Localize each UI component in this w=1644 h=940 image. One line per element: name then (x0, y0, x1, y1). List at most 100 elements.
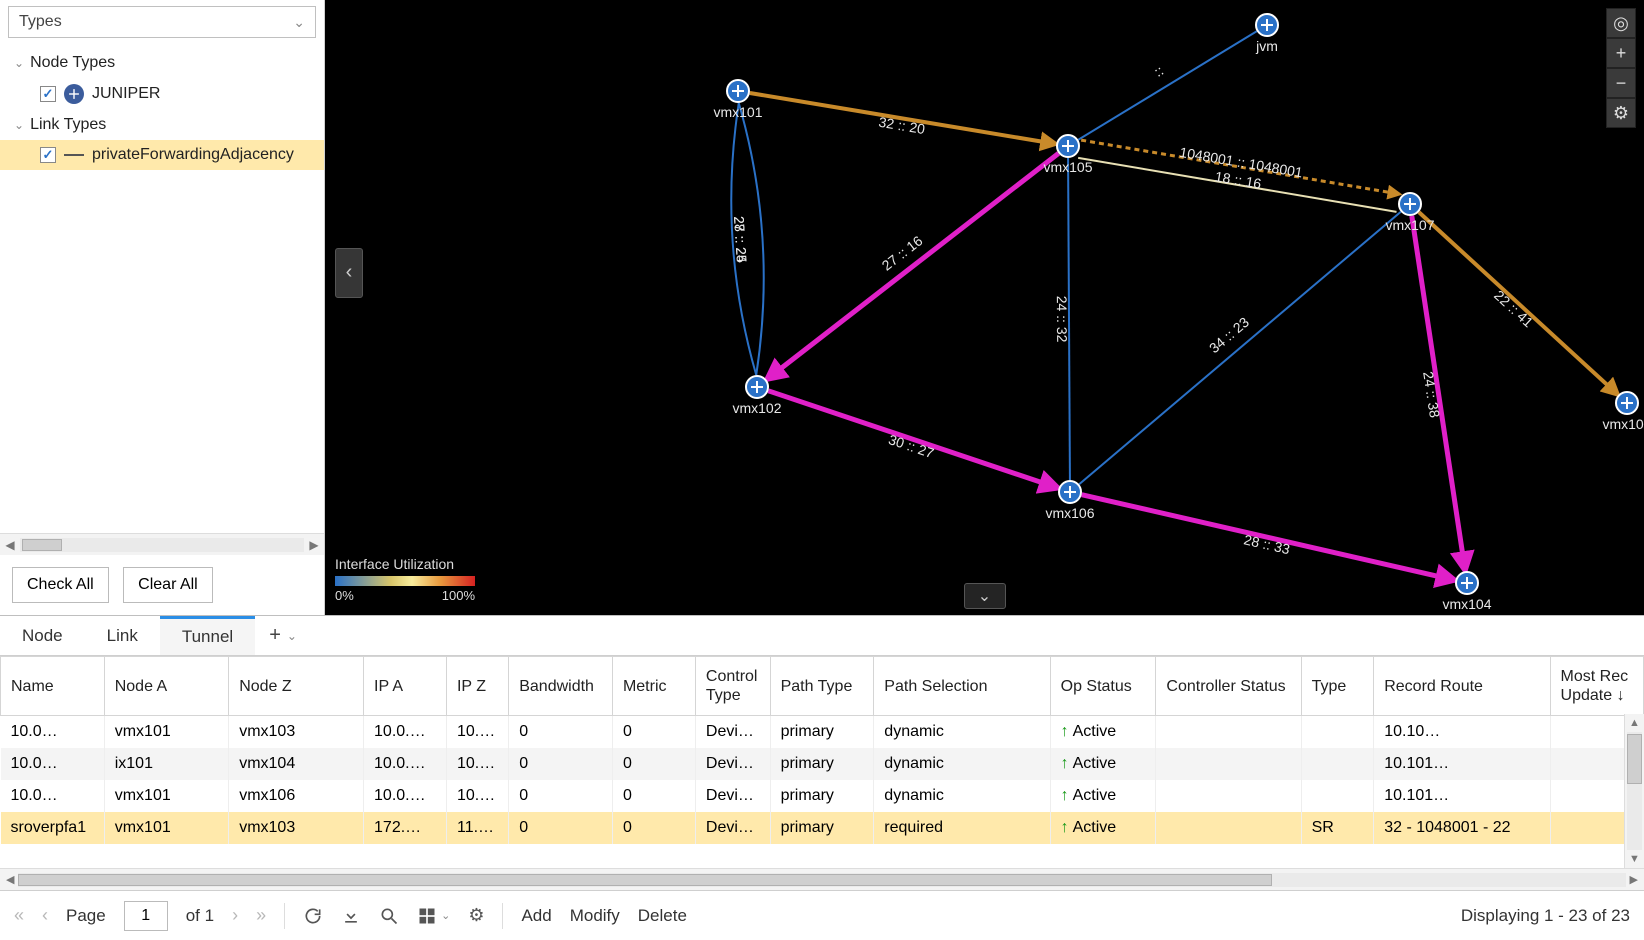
topology-canvas[interactable]: ::32 :: 201048001 :: 104800118 :: 1627 :… (325, 0, 1644, 615)
check-all-button[interactable]: Check All (12, 567, 109, 603)
page-label: Page (66, 906, 106, 926)
view-toggle-button[interactable]: ⌄ (417, 906, 450, 926)
col-metric[interactable]: Metric (612, 657, 695, 716)
add-button[interactable]: Add (521, 906, 551, 926)
node-label: vmx106 (1045, 505, 1094, 521)
bottom-panel: Node Link Tunnel + ⌄ Name Node A Node Z IP … (0, 615, 1644, 940)
modify-button[interactable]: Modify (570, 906, 620, 926)
next-page-button[interactable]: › (232, 905, 238, 926)
collapse-sidebar-button[interactable]: ‹ (335, 248, 363, 298)
zoom-in-button[interactable]: + (1606, 38, 1636, 68)
col-pathSel[interactable]: Path Selection (874, 657, 1050, 716)
page-input[interactable] (124, 901, 168, 931)
col-ipZ[interactable]: IP Z (446, 657, 508, 716)
tab-tunnel[interactable]: Tunnel (160, 616, 255, 655)
chevron-down-icon: ⌄ (978, 586, 991, 606)
col-ctrl[interactable]: Control Type (695, 657, 770, 716)
node-vmx101[interactable]: vmx101 (713, 80, 762, 120)
cell-nodeZ: vmx106 (229, 780, 364, 812)
col-type[interactable]: Type (1301, 657, 1374, 716)
cell-name: 10.0… (1, 748, 105, 780)
topology-svg[interactable]: ::32 :: 201048001 :: 104800118 :: 1627 :… (325, 0, 1644, 615)
link-vmx107-vmx106[interactable] (1079, 212, 1401, 484)
grid-hscrollbar[interactable]: ◀ ▶ (0, 868, 1644, 890)
scroll-right-icon[interactable]: ▶ (304, 538, 324, 552)
expand-panel-button[interactable]: ⌄ (964, 583, 1006, 609)
delete-button[interactable]: Delete (638, 906, 687, 926)
first-page-button[interactable]: « (14, 905, 24, 926)
scroll-left-icon[interactable]: ◀ (0, 538, 20, 552)
last-page-button[interactable]: » (256, 905, 266, 926)
refresh-button[interactable] (303, 906, 323, 926)
col-label: Node Z (239, 677, 353, 696)
checkbox-pfa[interactable] (40, 147, 56, 163)
search-button[interactable] (379, 906, 399, 926)
col-label: Bandwidth (519, 677, 602, 696)
checkbox-juniper[interactable] (40, 86, 56, 102)
cell-op: ↑Active (1050, 748, 1156, 780)
tunnel-table: NameNode ANode ZIP AIP ZBandwidthMetricC… (0, 656, 1644, 844)
cell-ipZ: 10.… (446, 716, 508, 748)
download-button[interactable] (341, 906, 361, 926)
tree-item-juniper[interactable]: JUNIPER (0, 78, 324, 110)
node-vmx103[interactable]: vmx103 (1602, 392, 1644, 432)
table-row[interactable]: 10.0…vmx101vmx10610.0.…10.…00Devi…primar… (1, 780, 1644, 812)
link-vmx105-vmx102[interactable] (766, 153, 1058, 379)
chevron-down-icon: ⌄ (14, 56, 24, 70)
tree-group-node-types[interactable]: ⌄ Node Types (0, 48, 324, 78)
plus-icon: + (1616, 43, 1627, 64)
col-nodeZ[interactable]: Node Z (229, 657, 364, 716)
legend-max: 100% (442, 588, 475, 603)
scroll-up-icon[interactable]: ▲ (1625, 714, 1644, 732)
tunnel-grid: NameNode ANode ZIP AIP ZBandwidthMetricC… (0, 656, 1644, 868)
link-line-icon (64, 154, 84, 156)
scroll-down-icon[interactable]: ▼ (1625, 850, 1644, 868)
chevron-down-icon: ⌄ (287, 629, 297, 643)
node-jvm[interactable]: jvm (1255, 14, 1278, 54)
scroll-right-icon[interactable]: ▶ (1630, 873, 1638, 886)
chevron-down-icon: ⌄ (441, 909, 450, 922)
tree-group-link-types[interactable]: ⌄ Link Types (0, 110, 324, 140)
grid-vscrollbar[interactable]: ▲ ▼ (1624, 714, 1644, 868)
map-settings-button[interactable]: ⚙ (1606, 98, 1636, 128)
tab-link[interactable]: Link (85, 616, 160, 655)
col-op[interactable]: Op Status (1050, 657, 1156, 716)
node-vmx102[interactable]: vmx102 (732, 376, 781, 416)
prev-page-button[interactable]: ‹ (42, 905, 48, 926)
cell-ipZ: 10.… (446, 780, 508, 812)
cell-pathType: primary (770, 748, 874, 780)
col-pathType[interactable]: Path Type (770, 657, 874, 716)
cell-pathType: primary (770, 780, 874, 812)
zoom-out-button[interactable]: − (1606, 68, 1636, 98)
table-row[interactable]: sroverpfa1vmx101vmx103172.…11.…00Devi…pr… (1, 812, 1644, 844)
sidebar-hscrollbar[interactable]: ◀ ▶ (0, 533, 324, 555)
col-name[interactable]: Name (1, 657, 105, 716)
col-ipA[interactable]: IP A (364, 657, 447, 716)
cell-rr: 10.10… (1374, 716, 1550, 748)
add-tab-button[interactable]: + ⌄ (255, 624, 311, 647)
col-bw[interactable]: Bandwidth (509, 657, 613, 716)
node-vmx107[interactable]: vmx107 (1385, 193, 1434, 233)
grid-icon (417, 906, 437, 926)
settings-button[interactable]: ⚙ (468, 905, 484, 926)
status-up-icon: ↑ (1061, 723, 1069, 740)
sidebar-buttons: Check All Clear All (0, 555, 324, 615)
table-row[interactable]: 10.0…ix101vmx10410.0.…10.…00Devi…primary… (1, 748, 1644, 780)
tree-item-pfa[interactable]: privateForwardingAdjacency (0, 140, 324, 170)
scroll-left-icon[interactable]: ◀ (6, 873, 14, 886)
search-icon (379, 906, 399, 926)
col-label: Node A (115, 677, 218, 696)
col-upd[interactable]: Most Rec Update ↓ (1550, 657, 1643, 716)
col-nodeA[interactable]: Node A (104, 657, 228, 716)
table-row[interactable]: 10.0…vmx101vmx10310.0.…10.…00Devi…primar… (1, 716, 1644, 748)
link-jvm-vmx105[interactable] (1078, 31, 1256, 140)
cell-ipZ: 10.… (446, 748, 508, 780)
col-rr[interactable]: Record Route (1374, 657, 1550, 716)
recenter-button[interactable]: ◎ (1606, 8, 1636, 38)
tab-node[interactable]: Node (0, 616, 85, 655)
col-cstat[interactable]: Controller Status (1156, 657, 1301, 716)
clear-all-button[interactable]: Clear All (123, 567, 213, 603)
types-dropdown[interactable]: Types ⌄ (8, 6, 316, 38)
cell-ipA: 10.0.… (364, 716, 447, 748)
cell-pathSel: dynamic (874, 748, 1050, 780)
